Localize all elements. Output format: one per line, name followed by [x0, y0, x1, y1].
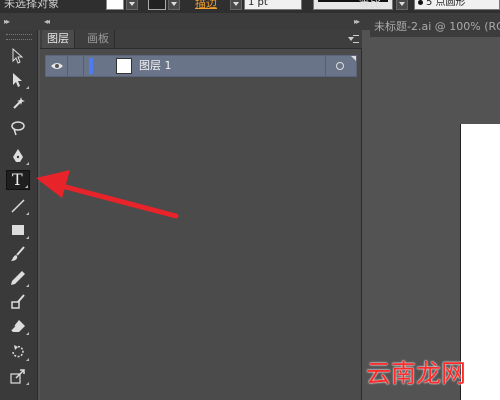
- arrow-shaft: [59, 183, 179, 219]
- watermark-text: 云南龙网: [366, 359, 467, 388]
- annotation-arrow: [36, 170, 179, 219]
- arrow-head-icon: [36, 170, 70, 198]
